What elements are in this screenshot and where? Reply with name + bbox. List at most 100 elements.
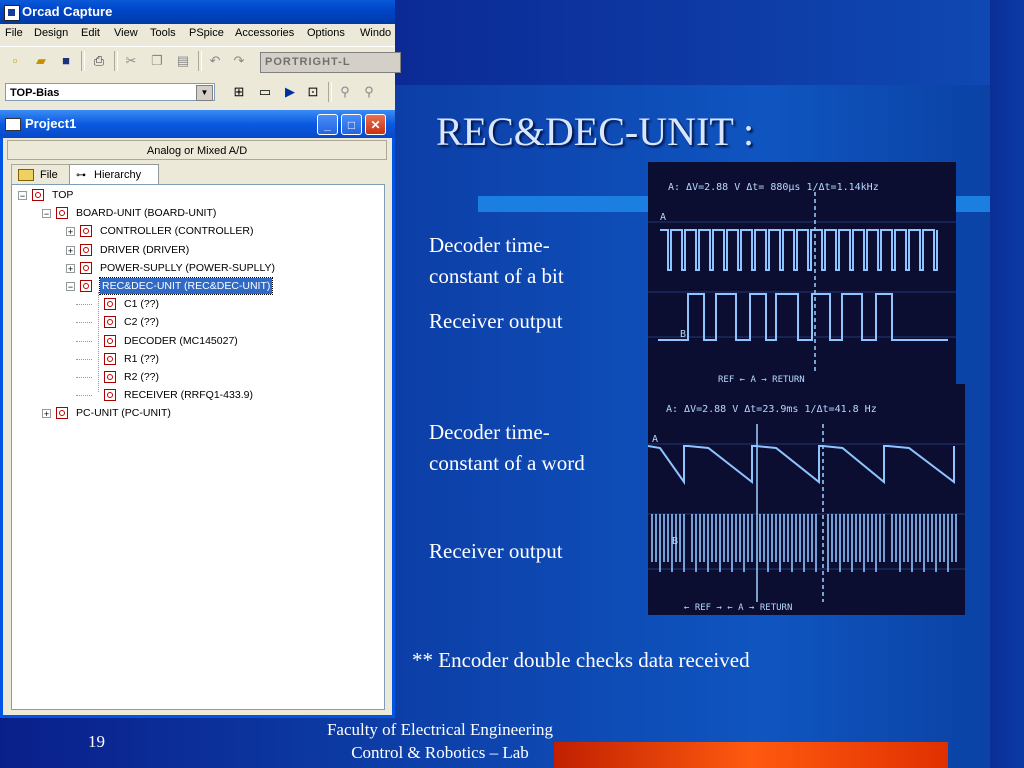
tree-node[interactable]: R1 (??) [12,351,382,367]
slide-title: REC&DEC-UNIT : [436,109,755,154]
project-title-bar[interactable]: Project1 _ □ ✕ [0,110,395,138]
orcad-capture-window: Orcad Capture File Design Edit View Tool… [0,0,401,718]
menu-design[interactable]: Design [34,27,68,39]
encoder-note: ** Encoder double checks data received [412,648,750,672]
toolbar-separator [114,51,118,71]
tab-hierarchy-label: Hierarchy [94,169,142,181]
menu-accessories[interactable]: Accessories [235,27,294,39]
window-icon[interactable]: ▭ [254,81,276,103]
tree-connector [76,377,92,378]
undo-icon[interactable]: ↶ [204,50,226,72]
project-icon [5,118,21,131]
tree-node-label[interactable]: BOARD-UNIT (BOARD-UNIT) [76,205,216,221]
tree-node-label[interactable]: R1 (??) [124,351,159,367]
paste-icon[interactable]: ▤ [172,50,194,72]
tab-file[interactable]: File [11,164,69,184]
scope-bit-footer: REF ← A → RETURN [718,375,805,384]
tab-hierarchy[interactable]: ⊶ Hierarchy [69,164,159,184]
probe-icon[interactable]: ⚲ [334,81,356,103]
app-title-bar[interactable]: Orcad Capture [0,0,395,24]
tree-node[interactable]: − BOARD-UNIT (BOARD-UNIT) [12,205,382,221]
footer-affiliation: Faculty of Electrical Engineering Contro… [300,718,580,764]
tree-node-label[interactable]: C1 (??) [124,296,159,312]
print-icon[interactable]: ⎙ [88,50,110,72]
tree-node-label[interactable]: C2 (??) [124,314,159,330]
mode-header: Analog or Mixed A/D [7,140,387,160]
menu-edit[interactable]: Edit [81,27,100,39]
tree-connector [76,340,92,342]
scope-word-header: A: ΔV=2.88 V Δt=23.9ms 1/Δt=41.8 Hz [666,404,877,415]
tree-node-label[interactable]: CONTROLLER (CONTROLLER) [100,223,253,239]
open-folder-icon[interactable]: ▰ [30,50,52,72]
expand-icon[interactable]: + [66,263,75,273]
tree-node-label[interactable]: PC-UNIT (PC-UNIT) [76,405,171,421]
toolbar-separator [198,51,202,71]
tree-connector [76,304,92,306]
menu-options[interactable]: Options [307,27,345,39]
menu-tools[interactable]: Tools [150,27,176,39]
scope-bit-channel-b: B [680,329,686,340]
toolbar-separator [81,51,85,71]
tree-node-label[interactable]: DECODER (MC145027) [124,333,238,349]
expand-icon[interactable]: + [66,227,75,237]
tree-connector [76,395,92,397]
hierarchy-icon[interactable]: ⊞ [228,81,250,103]
expand-icon[interactable]: + [66,245,75,255]
tree-node-label[interactable]: POWER-SUPLLY (POWER-SUPLLY) [100,260,275,276]
project-body: Analog or Mixed A/D File ⊶ Hierarchy − TOP… [3,138,392,715]
tree-guide [98,292,99,393]
schematic-icon [56,407,68,420]
tree-node[interactable]: C1 (??) [12,296,382,312]
tree-node-label[interactable]: R2 (??) [124,369,159,385]
tree-node[interactable]: DECODER (MC145027) [12,333,382,349]
cut-icon[interactable]: ✂ [120,50,142,72]
close-icon[interactable]: ✕ [365,114,386,135]
schematic-icon [104,298,116,311]
collapse-icon[interactable]: − [18,191,27,201]
chevron-down-icon[interactable]: ▼ [196,85,213,101]
tree-node[interactable]: + DRIVER (DRIVER) [12,242,382,258]
tree-node[interactable]: + CONTROLLER (CONTROLLER) [12,223,382,239]
schematic-icon [80,225,92,238]
tree-node-label[interactable]: DRIVER (DRIVER) [100,242,189,258]
voltage-probe-icon[interactable]: ⚲ [358,81,380,103]
page-number: 19 [88,732,105,751]
new-icon[interactable]: ▫ [4,50,26,72]
run-icon[interactable]: ▶ [279,81,301,103]
menu-window[interactable]: Windo [360,27,391,39]
part-combo[interactable]: PORTRIGHT-L [260,52,401,73]
slide-top-band [395,0,1024,85]
design-combo-value: TOP-Bias [10,87,60,99]
collapse-icon[interactable]: − [42,209,51,219]
design-combo[interactable]: TOP-Bias ▼ [5,83,215,101]
tree-node[interactable]: C2 (??) [12,314,382,330]
collapse-icon[interactable]: − [66,282,75,292]
expand-icon[interactable]: + [42,409,51,419]
scope-word-channel-a: A [652,434,658,445]
footer-line-2: Control & Robotics – Lab [351,743,529,762]
menu-file[interactable]: File [5,27,23,39]
tree-node[interactable]: + POWER-SUPLLY (POWER-SUPLLY) [12,260,382,276]
tree-node-label[interactable]: TOP [52,187,73,203]
tree-node[interactable]: R2 (??) [12,369,382,385]
hierarchy-tree[interactable]: − TOP − BOARD-UNIT (BOARD-UNIT) + CONTROLLER … [11,184,385,710]
tree-node[interactable]: + PC-UNIT (PC-UNIT) [12,405,382,421]
schematic-icon [56,207,68,220]
tree-node[interactable]: − REC&DEC-UNIT (REC&DEC-UNIT) [12,277,382,295]
schematic-icon [80,280,92,292]
simulate-icon[interactable]: ⊡ [302,81,324,103]
menu-view[interactable]: View [114,27,138,39]
scope-image-word: A: ΔV=2.88 V Δt=23.9ms 1/Δt=41.8 Hz A B … [648,384,965,615]
save-icon[interactable]: ■ [55,50,77,72]
app-icon [4,5,20,21]
folder-icon [18,169,34,182]
copy-icon[interactable]: ❐ [146,50,168,72]
tree-node-label[interactable]: RECEIVER (RRFQ1-433.9) [124,387,253,403]
redo-icon[interactable]: ↷ [228,50,250,72]
tree-node[interactable]: − TOP [12,187,382,203]
maximize-icon[interactable]: □ [341,114,362,135]
tree-node-label[interactable]: REC&DEC-UNIT (REC&DEC-UNIT) [98,277,274,295]
menu-pspice[interactable]: PSpice [189,27,224,39]
tree-node[interactable]: RECEIVER (RRFQ1-433.9) [12,387,382,403]
minimize-icon[interactable]: _ [317,114,338,135]
